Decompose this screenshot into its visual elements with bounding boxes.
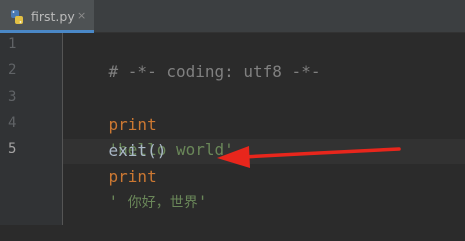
chinese-text: 你好，世界	[127, 195, 198, 211]
string-quote-open: '	[108, 192, 128, 211]
string-quote-close: '	[197, 192, 208, 211]
line-number: 2	[8, 62, 17, 78]
line-number: 4	[8, 115, 17, 131]
line-number: 1	[8, 36, 17, 52]
python-file-icon	[9, 9, 25, 25]
close-icon[interactable]: ×	[77, 9, 86, 22]
line-number: 3	[8, 89, 17, 105]
code-line-5[interactable]: print ' 你好，世界'	[70, 139, 208, 211]
red-arrow-annotation	[217, 146, 401, 168]
coding-comment: # -*- coding: utf8 -*-	[108, 62, 321, 81]
line-number-current: 5	[8, 141, 17, 157]
print-keyword: print	[108, 167, 157, 186]
code-line-1[interactable]: # -*- coding: utf8 -*-	[70, 34, 321, 81]
editor-tab-bar: first.py ×	[0, 0, 465, 33]
line-number-gutter: 1 2 3 4 5	[0, 33, 63, 225]
tab-first-py[interactable]: first.py ×	[0, 0, 94, 33]
code-editor[interactable]: # -*- coding: utf8 -*- print 'hello worl…	[63, 33, 465, 225]
code-line-3[interactable]: print 'hello world'	[70, 87, 234, 159]
string-literal: ' 你好，世界'	[109, 192, 208, 211]
code-line-4[interactable]: exit()	[70, 113, 167, 160]
tab-label: first.py	[31, 9, 75, 24]
